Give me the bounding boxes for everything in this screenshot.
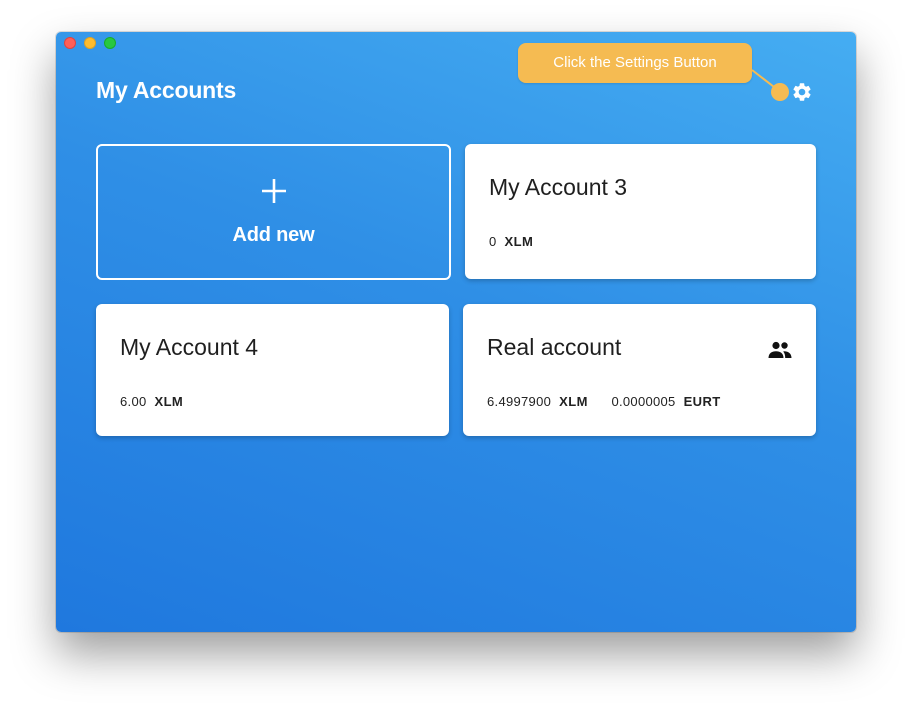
settings-tooltip: Click the Settings Button [518, 43, 752, 83]
window-close-button[interactable] [64, 37, 76, 49]
page-title: My Accounts [96, 77, 237, 103]
balance-xlm: 6.00 XLM [120, 394, 183, 409]
balance-asset-code: EURT [683, 394, 721, 409]
balance-amount: 6.4997900 [487, 394, 552, 409]
account-card-my-account-4[interactable]: My Account 4 6.00 XLM [96, 304, 449, 436]
shared-users-icon [768, 341, 792, 358]
account-card-real-account[interactable]: Real account 6.4997900 XLM 0.0000005 EURT [463, 304, 816, 436]
balance-xlm: 0 XLM [489, 234, 533, 249]
balance-eurt: 0.0000005 EURT [611, 394, 720, 409]
plus-icon [261, 179, 286, 203]
balance-amount: 0 [489, 234, 497, 249]
balance-asset-code: XLM [154, 394, 184, 409]
account-name: Real account [487, 334, 622, 360]
tooltip-pointer-dot [771, 83, 789, 101]
balance-amount: 6.00 [120, 394, 147, 409]
settings-button[interactable] [791, 81, 813, 103]
app-window: My Accounts Click the Settings Button Ad… [56, 32, 856, 632]
window-minimize-button[interactable] [84, 37, 96, 49]
balance-xlm: 6.4997900 XLM [487, 394, 591, 409]
add-new-label: Add new [232, 224, 315, 246]
add-new-account-button[interactable]: Add new [96, 144, 451, 280]
gear-icon [793, 83, 811, 101]
account-balances: 0 XLM [489, 234, 533, 249]
account-name: My Account 3 [489, 174, 628, 200]
account-name: My Account 4 [120, 334, 259, 360]
account-balances: 6.00 XLM [120, 394, 183, 409]
balance-asset-code: XLM [559, 394, 588, 409]
balance-asset-code: XLM [504, 234, 534, 249]
account-card-my-account-3[interactable]: My Account 3 0 XLM [465, 144, 816, 279]
account-balances: 6.4997900 XLM 0.0000005 EURT [487, 394, 721, 409]
window-maximize-button[interactable] [104, 37, 116, 49]
balance-amount: 0.0000005 [611, 394, 676, 409]
